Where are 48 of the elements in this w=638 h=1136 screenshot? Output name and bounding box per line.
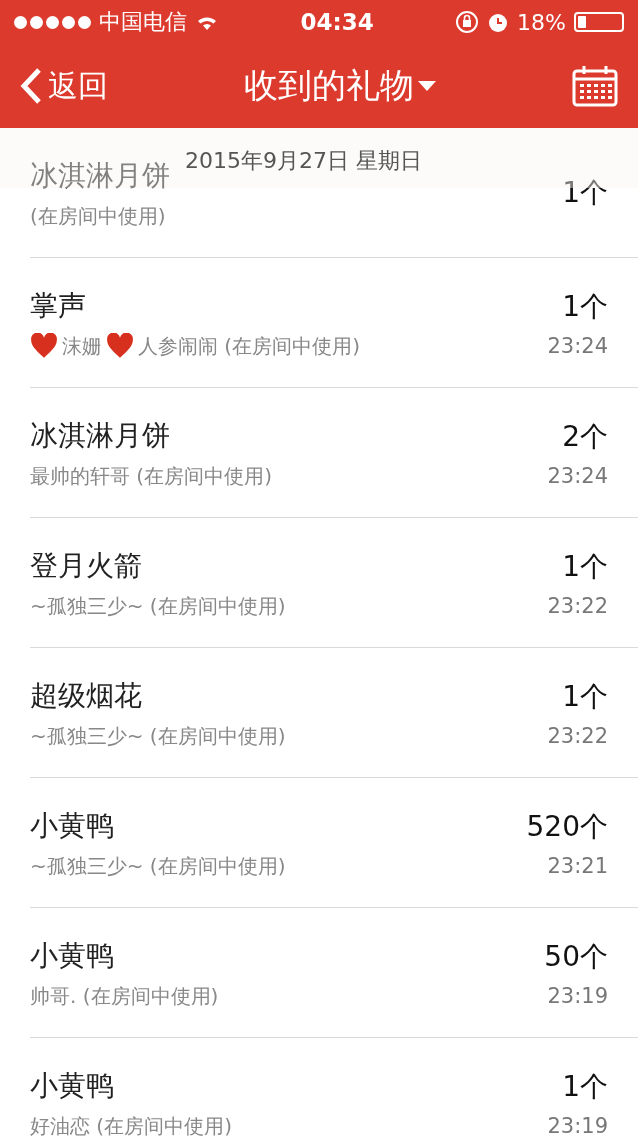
calendar-button[interactable]: [572, 65, 618, 107]
carrier-name: 中国电信: [99, 8, 187, 36]
heart-icon: [30, 333, 58, 359]
rotation-lock-icon: [455, 10, 480, 34]
gift-time: 23:24: [547, 334, 608, 358]
gift-name: 小黄鸭: [30, 937, 114, 974]
heart-icon: [106, 333, 134, 359]
sender-text: 沫姗: [62, 332, 102, 360]
caret-icon: [418, 81, 436, 91]
battery-icon: [574, 12, 624, 32]
gift-name: 掌声: [30, 287, 86, 324]
gift-time: 23:22: [547, 724, 608, 748]
gift-count: 1个: [562, 289, 608, 325]
gift-name: 小黄鸭: [30, 807, 114, 844]
alarm-icon: [487, 11, 510, 33]
gift-name: 超级烟花: [30, 677, 142, 714]
gift-count: 2个: [562, 419, 608, 455]
gift-name: 冰淇淋月饼: [30, 157, 170, 194]
sender-text: 最帅的轩哥 (在房间中使用): [30, 462, 272, 490]
battery-percent: 18%: [517, 9, 566, 35]
gift-count: 1个: [562, 679, 608, 715]
gift-time: 23:19: [547, 1114, 608, 1136]
sender-text: 好油恋 (在房间中使用): [30, 1112, 232, 1136]
chevron-left-icon: [20, 67, 42, 105]
title-dropdown[interactable]: 收到的礼物: [108, 62, 572, 110]
gift-time: 23:24: [547, 464, 608, 488]
sender-text: ~孤独三少~ (在房间中使用): [30, 852, 286, 880]
gift-count: 520个: [526, 809, 608, 845]
gift-name: 小黄鸭: [30, 1067, 114, 1104]
calendar-icon: [572, 65, 618, 107]
gift-count: 1个: [562, 549, 608, 585]
gift-count: 1个: [562, 1069, 608, 1105]
sender-text: ~孤独三少~ (在房间中使用): [30, 592, 286, 620]
back-button[interactable]: 返回: [20, 65, 108, 107]
gift-name: 登月火箭: [30, 547, 142, 584]
sender-text: 帅哥. (在房间中使用): [30, 982, 219, 1010]
gift-name: 冰淇淋月饼: [30, 417, 170, 454]
clock-time: 04:34: [299, 9, 375, 35]
gift-time: 23:21: [547, 854, 608, 878]
sender-text: 人参闹闹 (在房间中使用): [138, 332, 360, 360]
signal-icon: [14, 15, 91, 29]
gift-time: 23:22: [547, 594, 608, 618]
sender-text: (在房间中使用): [30, 202, 166, 230]
gift-time: 23:19: [547, 984, 608, 1008]
date-header: 2015年9月27日 星期日: [185, 147, 422, 175]
sender-text: ~孤独三少~ (在房间中使用): [30, 722, 286, 750]
gift-count: 50个: [544, 939, 608, 975]
gift-count: 1个: [562, 175, 608, 211]
